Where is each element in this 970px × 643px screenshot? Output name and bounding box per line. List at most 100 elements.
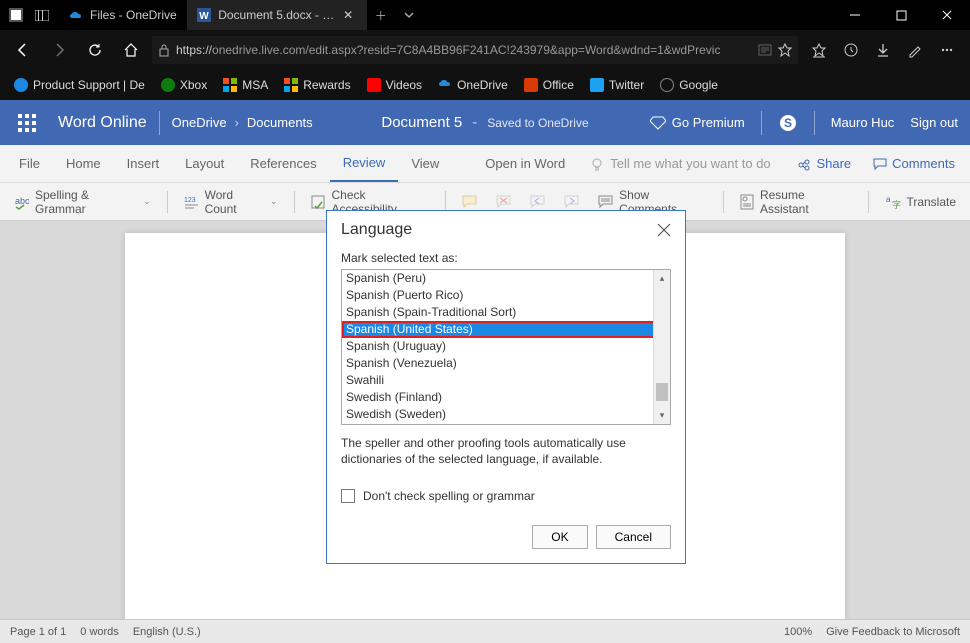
bookmark-google[interactable]: Google: [654, 75, 724, 95]
favorite-icon[interactable]: [778, 43, 792, 57]
resume-assistant-button[interactable]: Resume Assistant: [734, 184, 859, 220]
list-item[interactable]: Syriac: [342, 423, 670, 425]
close-button[interactable]: [924, 0, 970, 30]
scrollbar[interactable]: ▴ ▾: [653, 270, 670, 424]
tab-layout[interactable]: Layout: [172, 145, 237, 182]
checkbox-label: Don't check spelling or grammar: [363, 489, 535, 503]
list-item[interactable]: Swedish (Sweden): [342, 406, 670, 423]
bookmark-label: Product Support | De: [33, 78, 145, 92]
status-zoom[interactable]: 100%: [784, 626, 812, 638]
svg-text:W: W: [200, 11, 210, 22]
mark-text-label: Mark selected text as:: [341, 251, 671, 265]
language-listbox[interactable]: Spanish (Peru) Spanish (Puerto Rico) Spa…: [341, 269, 671, 425]
list-item[interactable]: Spanish (Peru): [342, 270, 670, 287]
list-item[interactable]: Spanish (Spain-Traditional Sort): [342, 304, 670, 321]
new-tab-button[interactable]: ＋: [367, 0, 395, 30]
breadcrumb-documents[interactable]: Documents: [247, 115, 313, 130]
bookmark-onedrive[interactable]: OneDrive: [432, 75, 514, 95]
history-icon[interactable]: [836, 35, 866, 65]
reader-icon[interactable]: [758, 43, 772, 57]
doc-name[interactable]: Document 5: [381, 114, 462, 131]
open-in-word[interactable]: Open in Word: [472, 145, 578, 182]
svg-text:abc: abc: [15, 196, 30, 206]
status-words[interactable]: 0 words: [80, 626, 119, 638]
accessibility-icon: [310, 194, 326, 210]
tab-insert[interactable]: Insert: [114, 145, 173, 182]
dont-check-row[interactable]: Don't check spelling or grammar: [341, 489, 671, 503]
share-button[interactable]: Share: [788, 151, 860, 176]
refresh-button[interactable]: [80, 35, 110, 65]
app-name[interactable]: Word Online: [46, 114, 159, 132]
comment-icon: [873, 157, 887, 171]
back-button[interactable]: [8, 35, 38, 65]
browser-tab-onedrive[interactable]: Files - OneDrive: [58, 0, 187, 30]
scroll-track[interactable]: [654, 287, 670, 407]
signout-link[interactable]: Sign out: [910, 115, 958, 130]
address-bar: https://onedrive.live.com/edit.aspx?resi…: [0, 30, 970, 70]
more-icon[interactable]: [932, 35, 962, 65]
tell-me-input[interactable]: Tell me what you want to do: [578, 156, 782, 171]
forward-button[interactable]: [44, 35, 74, 65]
scroll-down-icon[interactable]: ▾: [654, 407, 670, 424]
list-item[interactable]: Spanish (Puerto Rico): [342, 287, 670, 304]
bookmark-xbox[interactable]: Xbox: [155, 75, 213, 95]
browser-tabs: Files - OneDrive W Document 5.docx - Mic…: [58, 0, 423, 30]
url-input[interactable]: https://onedrive.live.com/edit.aspx?resi…: [152, 36, 798, 64]
save-status: Saved to OneDrive: [487, 116, 588, 130]
bookmark-videos[interactable]: Videos: [361, 75, 428, 95]
status-page[interactable]: Page 1 of 1: [10, 626, 66, 638]
app-launcher-icon[interactable]: [8, 114, 46, 132]
list-item[interactable]: Swahili: [342, 372, 670, 389]
scroll-up-icon[interactable]: ▴: [654, 270, 670, 287]
tab-view[interactable]: View: [398, 145, 452, 182]
tabs-icon[interactable]: [34, 7, 50, 23]
translate-icon: a字: [885, 194, 901, 210]
translate-button[interactable]: a字 Translate: [879, 190, 962, 214]
list-item[interactable]: Spanish (Uruguay): [342, 338, 670, 355]
browser-tab-document[interactable]: W Document 5.docx - Mic ✕: [187, 0, 367, 30]
user-name[interactable]: Mauro Huc: [831, 115, 895, 130]
tab-review[interactable]: Review: [330, 145, 399, 182]
skype-icon[interactable]: S: [778, 113, 798, 133]
bookmark-twitter[interactable]: Twitter: [584, 75, 650, 95]
tab-chevron-icon[interactable]: [395, 0, 423, 30]
dialog-body: Mark selected text as: Spanish (Peru) Sp…: [327, 245, 685, 515]
wordcount-button[interactable]: 123 Word Count⌄: [178, 184, 284, 220]
show-comments-icon: [598, 194, 614, 210]
separator: [868, 191, 869, 213]
word-favicon: W: [197, 7, 213, 23]
resume-icon: [740, 194, 755, 210]
checkbox[interactable]: [341, 489, 355, 503]
tab-references[interactable]: References: [237, 145, 329, 182]
list-item-selected[interactable]: Spanish (United States): [342, 321, 670, 338]
tab-title: Files - OneDrive: [90, 8, 177, 22]
list-item[interactable]: Swedish (Finland): [342, 389, 670, 406]
bookmark-rewards[interactable]: Rewards: [278, 75, 356, 95]
bookmark-product-support[interactable]: Product Support | De: [8, 75, 151, 95]
close-icon[interactable]: [657, 223, 671, 237]
comments-button[interactable]: Comments: [864, 151, 964, 176]
bookmark-office[interactable]: Office: [518, 75, 580, 95]
status-language[interactable]: English (U.S.): [133, 626, 201, 638]
cancel-button[interactable]: Cancel: [596, 525, 671, 549]
tab-close-icon[interactable]: ✕: [343, 8, 357, 22]
home-button[interactable]: [116, 35, 146, 65]
onedrive-favicon: [68, 7, 84, 23]
breadcrumb-onedrive[interactable]: OneDrive: [172, 115, 227, 130]
favorites-icon[interactable]: [804, 35, 834, 65]
feedback-link[interactable]: Give Feedback to Microsoft: [826, 626, 960, 638]
go-premium-button[interactable]: Go Premium: [650, 115, 745, 130]
spelling-button[interactable]: abc Spelling & Grammar⌄: [8, 184, 157, 220]
maximize-button[interactable]: [878, 0, 924, 30]
notes-icon[interactable]: [900, 35, 930, 65]
downloads-icon[interactable]: [868, 35, 898, 65]
tab-title: Document 5.docx - Mic: [218, 8, 337, 22]
wordcount-label: Word Count: [205, 188, 265, 216]
tab-file[interactable]: File: [6, 145, 53, 182]
tab-home[interactable]: Home: [53, 145, 114, 182]
minimize-button[interactable]: [832, 0, 878, 30]
ok-button[interactable]: OK: [532, 525, 587, 549]
bookmark-msa[interactable]: MSA: [217, 75, 274, 95]
list-item[interactable]: Spanish (Venezuela): [342, 355, 670, 372]
scroll-thumb[interactable]: [656, 383, 668, 401]
